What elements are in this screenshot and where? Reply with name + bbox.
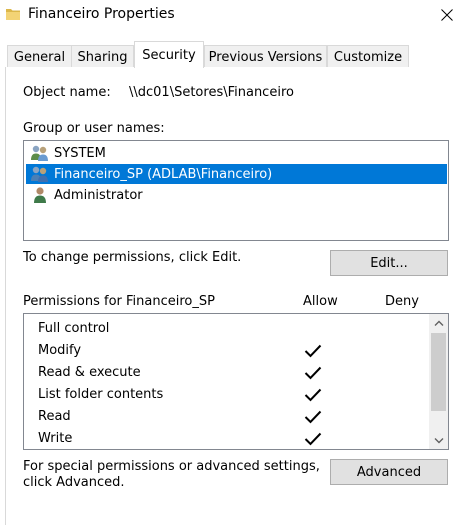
permission-name: Read & execute — [38, 365, 141, 380]
tab-security[interactable]: Security — [134, 41, 204, 68]
allow-check-icon — [304, 344, 322, 358]
object-name-label: Object name: — [23, 85, 111, 100]
tab-customize[interactable]: Customize — [327, 45, 409, 68]
permission-name: Full control — [38, 321, 110, 336]
chevron-up-icon — [434, 320, 443, 326]
permissions-for-label: Permissions for Financeiro_SP — [23, 294, 215, 309]
tab-previous-versions[interactable]: Previous Versions — [204, 45, 327, 68]
user-list[interactable]: SYSTEM Financeiro_SP (ADLAB\Financeiro) … — [23, 140, 449, 241]
scrollbar-thumb[interactable] — [431, 333, 446, 411]
special-hint-line-2: click Advanced. — [23, 475, 125, 490]
permission-row-write: Write — [24, 428, 424, 449]
close-button[interactable] — [432, 0, 462, 30]
permission-row-list-folder-contents: List folder contents — [24, 384, 424, 406]
user-name: Administrator — [54, 187, 143, 203]
permission-name: List folder contents — [38, 387, 164, 402]
advanced-button-label: Advanced — [356, 464, 422, 480]
edit-button[interactable]: Edit... — [330, 250, 448, 276]
allow-check-icon — [304, 432, 322, 446]
folder-icon — [6, 9, 20, 20]
special-permissions-hint: For special permissions or advanced sett… — [23, 459, 323, 491]
tab-general[interactable]: General — [7, 45, 72, 68]
users-group-icon — [31, 145, 48, 161]
allow-check-icon — [304, 366, 322, 380]
close-icon — [441, 9, 453, 21]
scroll-down-button[interactable] — [429, 432, 448, 449]
permission-name: Modify — [38, 343, 82, 358]
allow-check-icon — [304, 410, 322, 424]
tab-label: Sharing — [77, 49, 128, 65]
tab-label: Previous Versions — [208, 49, 323, 65]
special-hint-line-1: For special permissions or advanced sett… — [23, 459, 320, 474]
advanced-button[interactable]: Advanced — [330, 459, 448, 485]
allow-check-icon — [304, 388, 322, 402]
user-icon — [34, 187, 46, 203]
allow-column-header: Allow — [303, 294, 338, 309]
users-group-icon — [31, 166, 48, 182]
user-name: Financeiro_SP (ADLAB\Financeiro) — [54, 166, 273, 182]
permission-row-modify: Modify — [24, 340, 424, 362]
object-name-value: \\dc01\Setores\Financeiro — [129, 85, 294, 100]
tab-label: Customize — [333, 49, 403, 65]
tab-sharing[interactable]: Sharing — [71, 45, 134, 68]
tab-label: Security — [142, 47, 196, 63]
edit-button-label: Edit... — [370, 255, 408, 271]
list-item-system[interactable]: SYSTEM — [26, 143, 447, 163]
chevron-down-icon — [434, 437, 443, 443]
list-item-administrator[interactable]: Administrator — [26, 185, 447, 205]
tab-label: General — [13, 49, 66, 65]
scroll-up-button[interactable] — [429, 314, 448, 331]
title-bar: Financeiro Properties — [0, 0, 462, 34]
window-title: Financeiro Properties — [28, 6, 175, 22]
permission-row-read: Read — [24, 406, 424, 428]
permission-row-read-execute: Read & execute — [24, 362, 424, 384]
list-item-financeiro-sp[interactable]: Financeiro_SP (ADLAB\Financeiro) — [26, 164, 447, 184]
vertical-scrollbar[interactable] — [429, 314, 448, 449]
permissions-list[interactable]: Full control Modify Read & execute List … — [23, 313, 449, 450]
permission-name: Write — [38, 431, 73, 446]
permission-name: Read — [38, 409, 71, 424]
permission-row-full-control: Full control — [24, 318, 424, 340]
change-permissions-hint: To change permissions, click Edit. — [23, 250, 242, 265]
deny-column-header: Deny — [385, 294, 419, 309]
group-user-names-label: Group or user names: — [23, 121, 165, 136]
user-name: SYSTEM — [54, 145, 106, 161]
